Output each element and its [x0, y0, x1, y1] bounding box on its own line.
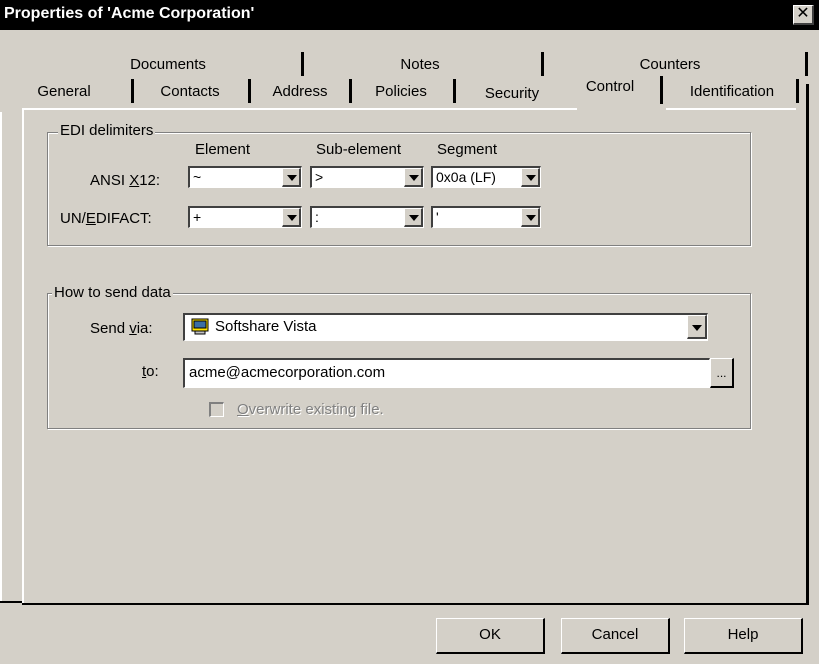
send-via-label: Send via: — [90, 320, 153, 337]
tab-divider — [796, 79, 799, 103]
tab-documents[interactable]: Documents — [88, 52, 248, 78]
window-title: Properties of 'Acme Corporation' — [4, 5, 255, 22]
tab-security[interactable]: Security — [462, 81, 562, 107]
chevron-down-icon — [409, 215, 419, 221]
overwrite-checkbox[interactable] — [209, 402, 224, 417]
tab-control[interactable]: Control — [560, 74, 660, 100]
send-via-value: Softshare Vista — [215, 318, 317, 335]
close-button[interactable]: ✕ — [793, 5, 814, 25]
edifact-subelement-value: : — [315, 209, 319, 225]
send-data-legend: How to send data — [52, 284, 173, 301]
tab-divider — [805, 52, 808, 76]
tab-general[interactable]: General — [6, 79, 122, 105]
chevron-down-icon — [526, 215, 536, 221]
tab-divider — [541, 52, 544, 76]
edi-delimiters-legend: EDI delimiters — [58, 122, 156, 139]
element-column-header: Element — [195, 141, 251, 158]
properties-dialog: Properties of 'Acme Corporation' ✕ Docum… — [0, 0, 819, 664]
send-via-combo[interactable]: Softshare Vista — [183, 313, 708, 341]
cancel-button[interactable]: Cancel — [561, 618, 670, 654]
tab-divider — [349, 79, 352, 103]
chevron-down-icon — [287, 175, 297, 181]
tab-notes[interactable]: Notes — [340, 52, 500, 78]
ansi-x12-label: ANSI X12: — [90, 172, 161, 189]
to-value: acme@acmecorporation.com — [189, 364, 386, 381]
tab-address[interactable]: Address — [256, 79, 344, 105]
un-edifact-label: UN/EDIFACT: — [60, 210, 152, 227]
ansi-subelement-value: > — [315, 169, 324, 185]
panel-edge — [22, 108, 577, 110]
tab-divider — [453, 79, 456, 103]
chevron-down-icon — [409, 175, 419, 181]
ok-button[interactable]: OK — [436, 618, 545, 654]
ansi-element-combo[interactable]: ~ — [188, 166, 302, 188]
panel-edge — [22, 603, 809, 605]
overwrite-label: Overwrite existing file. — [237, 401, 384, 418]
edifact-subelement-combo[interactable]: : — [310, 206, 424, 228]
tab-contacts[interactable]: Contacts — [140, 79, 240, 105]
to-label: to: — [142, 363, 159, 380]
help-button[interactable]: Help — [684, 618, 803, 654]
close-icon: ✕ — [796, 5, 810, 22]
ansi-segment-combo[interactable]: 0x0a (LF) — [431, 166, 541, 188]
ansi-element-value: ~ — [193, 169, 202, 185]
dropdown-button[interactable] — [521, 168, 540, 187]
subelement-column-header: Sub-element — [316, 141, 402, 158]
title-bar: Properties of 'Acme Corporation' ✕ — [0, 0, 819, 30]
tab-divider — [660, 76, 663, 104]
dropdown-button[interactable] — [404, 168, 423, 187]
dropdown-button[interactable] — [687, 315, 707, 339]
panel-edge — [806, 84, 809, 605]
chevron-down-icon — [692, 325, 702, 331]
tab-policies[interactable]: Policies — [356, 79, 446, 105]
ansi-segment-value: 0x0a (LF) — [436, 169, 496, 185]
browse-button[interactable]: ... — [710, 358, 734, 388]
to-field[interactable]: acme@acmecorporation.com — [183, 358, 710, 388]
dropdown-button[interactable] — [404, 208, 423, 227]
dropdown-button[interactable] — [282, 168, 301, 187]
segment-column-header: Segment — [437, 141, 498, 158]
chevron-down-icon — [526, 175, 536, 181]
tab-divider — [248, 79, 251, 103]
ansi-subelement-combo[interactable]: > — [310, 166, 424, 188]
edifact-segment-combo[interactable]: ' — [431, 206, 541, 228]
tab-divider — [131, 79, 134, 103]
chevron-down-icon — [287, 215, 297, 221]
dropdown-button[interactable] — [521, 208, 540, 227]
tab-divider — [301, 52, 304, 76]
panel-edge — [666, 108, 796, 110]
panel-edge — [22, 108, 24, 603]
panel-edge — [0, 112, 2, 602]
dropdown-button[interactable] — [282, 208, 301, 227]
edifact-element-value: + — [193, 209, 202, 225]
softshare-vista-icon — [190, 317, 210, 336]
edifact-segment-value: ' — [436, 209, 439, 225]
edifact-element-combo[interactable]: + — [188, 206, 302, 228]
panel-edge — [0, 601, 22, 603]
tab-identification[interactable]: Identification — [672, 79, 792, 105]
